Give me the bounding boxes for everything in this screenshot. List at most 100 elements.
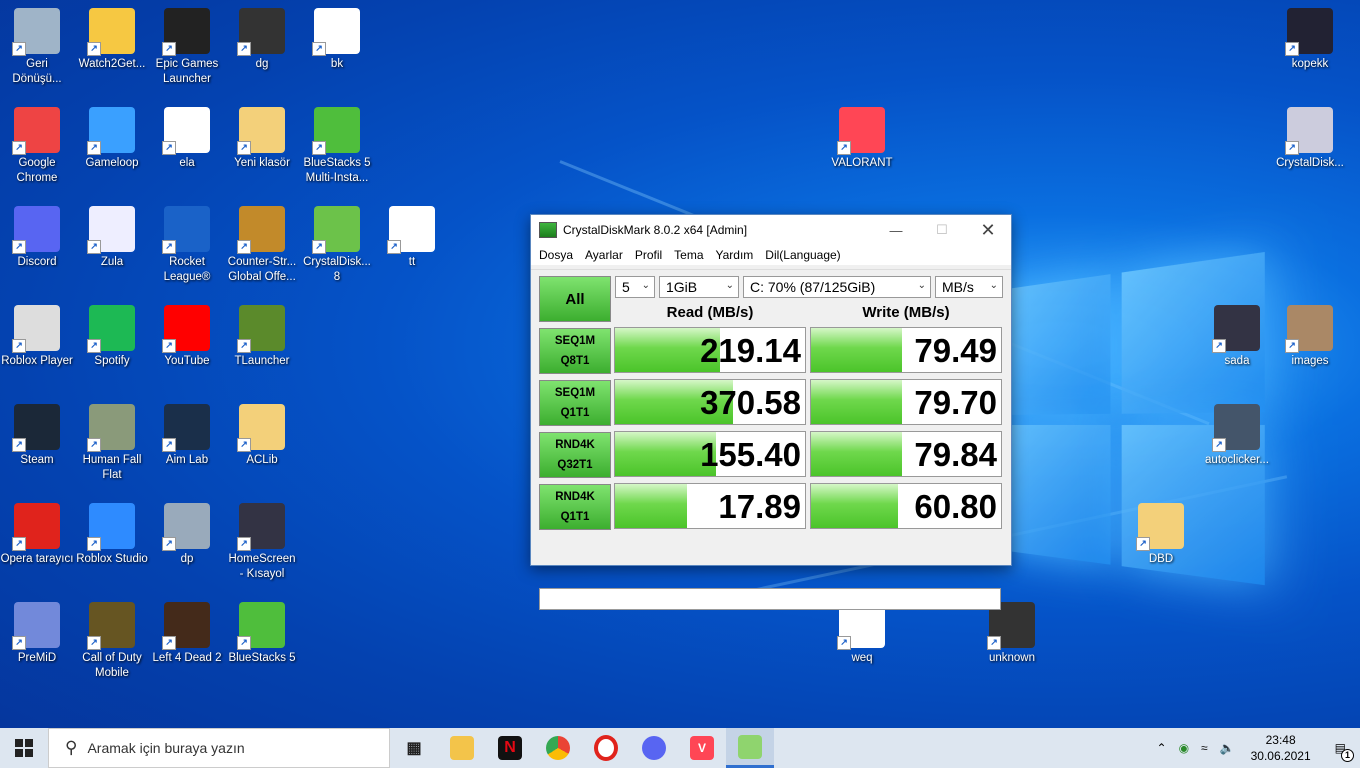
all-button[interactable]: All bbox=[539, 276, 611, 322]
taskbar-valorant[interactable]: V bbox=[678, 728, 726, 768]
start-button[interactable] bbox=[0, 728, 48, 768]
test-button[interactable]: RND4K Q32T1 bbox=[539, 432, 611, 478]
desktop-icon[interactable]: ↗ BlueStacks 5 Multi-Insta... bbox=[300, 101, 374, 186]
desktop-icon-label: Watch2Get... bbox=[78, 58, 146, 70]
desktop-icon-label: Roblox Studio bbox=[76, 553, 148, 565]
write-result-value: 79.84 bbox=[914, 436, 997, 473]
desktop-icon[interactable]: ↗ Yeni klasör bbox=[225, 101, 299, 171]
desktop-icon[interactable]: ↗ Roblox Studio bbox=[75, 497, 149, 567]
desktop-icon[interactable]: ↗ kopekk bbox=[1273, 2, 1347, 72]
desktop-icon[interactable]: ↗ bk bbox=[300, 2, 374, 72]
desktop-icon[interactable]: ↗ BlueStacks 5 bbox=[225, 596, 299, 666]
write-result-bar bbox=[811, 380, 903, 424]
desktop-icon[interactable]: ↗ Gameloop bbox=[75, 101, 149, 171]
menu-ayarlar[interactable]: Ayarlar bbox=[579, 248, 629, 262]
desktop-icon-label: Left 4 Dead 2 bbox=[152, 652, 222, 664]
desktop-icon[interactable]: ↗ TLauncher bbox=[225, 299, 299, 369]
unit-select[interactable]: MB/s ⌄ bbox=[935, 276, 1003, 298]
desktop-icon-label: Aim Lab bbox=[165, 454, 209, 466]
desktop-icon[interactable]: ↗ autoclicker... bbox=[1200, 398, 1274, 468]
shortcut-arrow-icon: ↗ bbox=[12, 438, 26, 452]
desktop-icon[interactable]: ↗ Counter-Str... Global Offe... bbox=[225, 200, 299, 285]
taskbar-chrome[interactable] bbox=[534, 728, 582, 768]
app-icon: ↗ bbox=[162, 8, 210, 56]
desktop-icon[interactable]: ↗ Roblox Player bbox=[0, 299, 74, 369]
desktop-icon[interactable]: ↗ ACLib bbox=[225, 398, 299, 468]
menu-yardim[interactable]: Yardım bbox=[710, 248, 760, 262]
menu-language[interactable]: Dil(Language) bbox=[759, 248, 846, 262]
desktop-icon[interactable]: ↗ images bbox=[1273, 299, 1347, 369]
desktop-icon[interactable]: ↗ sada bbox=[1200, 299, 1274, 369]
app-icon: ↗ bbox=[87, 602, 135, 650]
clock[interactable]: 23:48 30.06.2021 bbox=[1241, 732, 1321, 764]
shortcut-arrow-icon: ↗ bbox=[987, 636, 1001, 650]
shortcut-arrow-icon: ↗ bbox=[837, 141, 851, 155]
desktop-icon[interactable]: ↗ tt bbox=[375, 200, 449, 270]
minimize-button[interactable]: — bbox=[873, 215, 919, 245]
shortcut-arrow-icon: ↗ bbox=[12, 42, 26, 56]
desktop-icon[interactable]: ↗ Epic Games Launcher bbox=[150, 2, 224, 87]
close-button[interactable]: ✕ bbox=[965, 215, 1011, 245]
wifi-icon[interactable]: ≈ bbox=[1195, 741, 1214, 755]
test-size-select[interactable]: 1GiB ⌄ bbox=[659, 276, 739, 298]
menu-tema[interactable]: Tema bbox=[668, 248, 709, 262]
desktop-icon[interactable]: ↗ Discord bbox=[0, 200, 74, 270]
desktop-icon[interactable]: ↗ dg bbox=[225, 2, 299, 72]
chevron-up-icon[interactable]: ⌃ bbox=[1151, 741, 1173, 755]
taskbar-file-explorer[interactable] bbox=[438, 728, 486, 768]
window-titlebar[interactable]: CrystalDiskMark 8.0.2 x64 [Admin] — ☐ ✕ bbox=[531, 215, 1011, 245]
maximize-button[interactable]: ☐ bbox=[919, 215, 965, 245]
desktop-icon[interactable]: ↗ CrystalDisk... 8 bbox=[300, 200, 374, 285]
test-count-select[interactable]: 5 ⌄ bbox=[615, 276, 655, 298]
desktop-icon-label: Geri Dönüşü... bbox=[12, 58, 62, 85]
desktop-icon[interactable]: ↗ Left 4 Dead 2 bbox=[150, 596, 224, 666]
desktop-icon[interactable]: ↗ ela bbox=[150, 101, 224, 171]
desktop-icon[interactable]: ↗ CrystalDisk... bbox=[1273, 101, 1347, 171]
desktop-icon[interactable]: ↗ Watch2Get... bbox=[75, 2, 149, 72]
taskbar-netflix[interactable]: N bbox=[486, 728, 534, 768]
test-button[interactable]: RND4K Q1T1 bbox=[539, 484, 611, 530]
task-view-icon: ▦ bbox=[406, 740, 422, 757]
search-box[interactable]: ⚲ Aramak için buraya yazın bbox=[48, 728, 390, 768]
desktop-icon-label: Human Fall Flat bbox=[82, 454, 142, 481]
write-result-value: 79.49 bbox=[914, 332, 997, 369]
test-button[interactable]: SEQ1M Q1T1 bbox=[539, 380, 611, 426]
task-view-button[interactable]: ▦ bbox=[390, 728, 438, 768]
desktop-icon[interactable]: ↗ Steam bbox=[0, 398, 74, 468]
desktop-icon[interactable]: ↗ HomeScreen - Kısayol bbox=[225, 497, 299, 582]
menu-dosya[interactable]: Dosya bbox=[533, 248, 579, 262]
app-icon: ↗ bbox=[237, 305, 285, 353]
shortcut-arrow-icon: ↗ bbox=[237, 141, 251, 155]
desktop-icon[interactable]: ↗ Geri Dönüşü... bbox=[0, 2, 74, 87]
desktop-icon-label: Call of Duty Mobile bbox=[82, 652, 142, 679]
desktop-icon-label: Steam bbox=[20, 454, 54, 466]
shortcut-arrow-icon: ↗ bbox=[87, 42, 101, 56]
comment-field[interactable] bbox=[539, 588, 1001, 610]
desktop-icon[interactable]: ↗ Opera tarayıcı bbox=[0, 497, 74, 567]
taskbar-opera[interactable] bbox=[582, 728, 630, 768]
app-icon: ↗ bbox=[12, 206, 60, 254]
desktop-icon[interactable]: ↗ PreMiD bbox=[0, 596, 74, 666]
desktop-icon[interactable]: ↗ Aim Lab bbox=[150, 398, 224, 468]
desktop-icon[interactable]: ↗ Call of Duty Mobile bbox=[75, 596, 149, 681]
desktop-icon[interactable]: ↗ Spotify bbox=[75, 299, 149, 369]
drive-select[interactable]: C: 70% (87/125GiB) ⌄ bbox=[743, 276, 931, 298]
desktop-icon[interactable]: ↗ Rocket League® bbox=[150, 200, 224, 285]
desktop-icon[interactable]: ↗ DBD bbox=[1124, 497, 1198, 567]
volume-icon[interactable]: 🔈 bbox=[1214, 741, 1241, 755]
desktop-icon[interactable]: ↗ YouTube bbox=[150, 299, 224, 369]
desktop-icon[interactable]: ↗ Google Chrome bbox=[0, 101, 74, 186]
test-button[interactable]: SEQ1M Q8T1 bbox=[539, 328, 611, 374]
app-icon: ↗ bbox=[162, 602, 210, 650]
tray-app-icon[interactable]: ◉ bbox=[1173, 741, 1195, 755]
taskbar-discord[interactable] bbox=[630, 728, 678, 768]
menu-profil[interactable]: Profil bbox=[629, 248, 668, 262]
desktop-icon[interactable]: ↗ dp bbox=[150, 497, 224, 567]
desktop-icon[interactable]: ↗ Zula bbox=[75, 200, 149, 270]
app-icon: ↗ bbox=[162, 206, 210, 254]
desktop-icon[interactable]: ↗ Human Fall Flat bbox=[75, 398, 149, 483]
taskbar-crystaldiskmark[interactable] bbox=[726, 728, 774, 768]
desktop-icon[interactable]: ↗ VALORANT bbox=[825, 101, 899, 171]
shortcut-arrow-icon: ↗ bbox=[1285, 42, 1299, 56]
notification-button[interactable]: ▤ 1 bbox=[1321, 741, 1360, 762]
